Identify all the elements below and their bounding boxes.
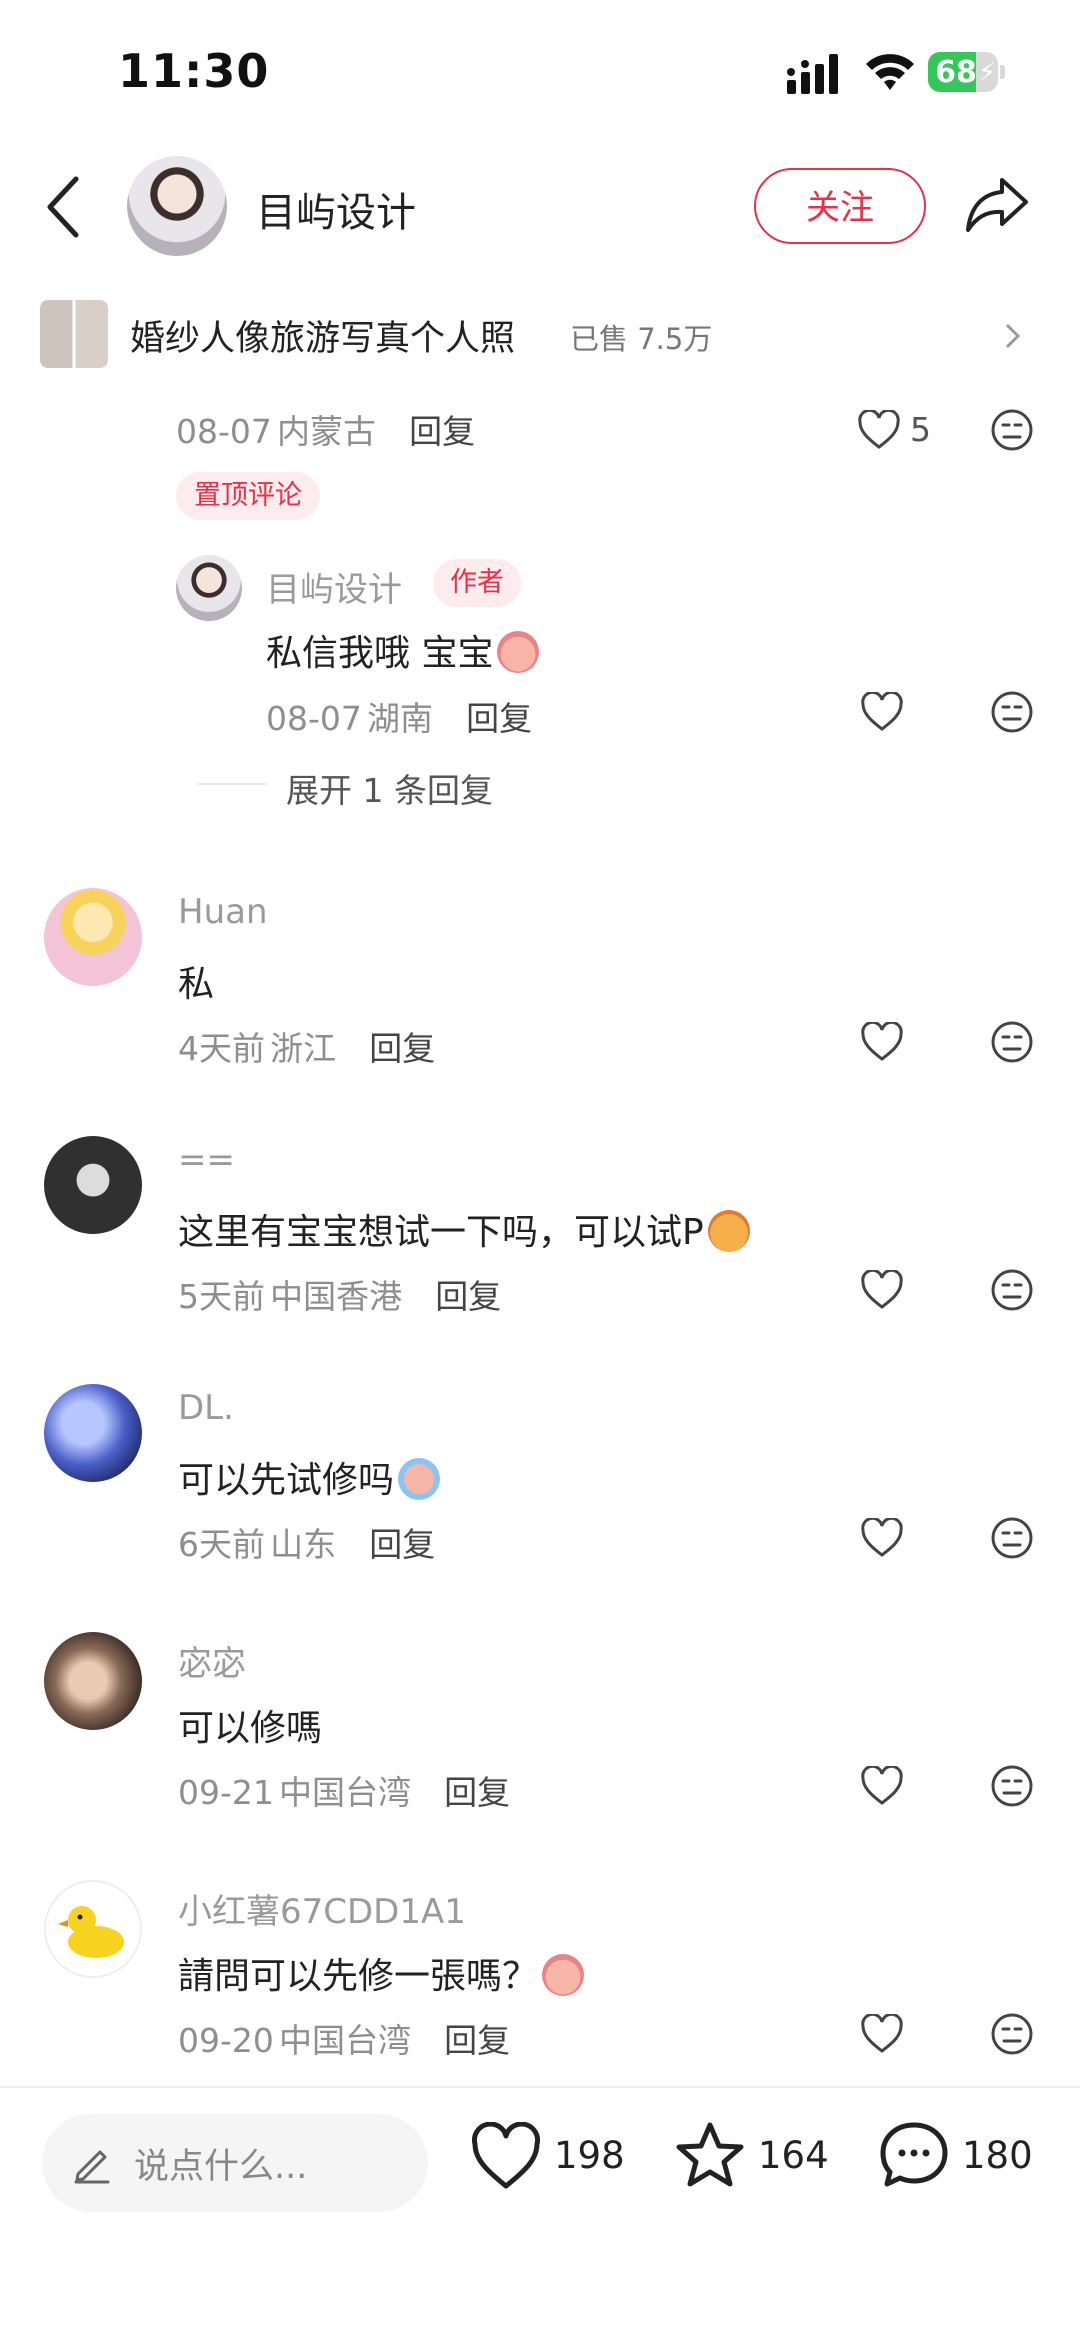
reply-button[interactable]: 回复 xyxy=(435,1277,501,1316)
product-title[interactable]: 婚纱人像旅游写真个人照 xyxy=(130,310,515,361)
comment-meta: 09-21 中国台湾 回复 xyxy=(178,1773,511,1812)
heart-icon[interactable] xyxy=(860,1518,904,1558)
like-count: 198 xyxy=(554,2134,625,2177)
author-name[interactable]: 目屿设计 xyxy=(256,180,416,238)
chevron-right-icon[interactable] xyxy=(1004,322,1022,350)
comment-meta: 6天前 山东 回复 xyxy=(178,1525,436,1564)
product-sold-count: 已售 7.5万 xyxy=(570,322,713,356)
dislike-face-icon[interactable] xyxy=(990,1516,1034,1560)
comment-meta: 5天前 中国香港 回复 xyxy=(178,1277,502,1316)
commenter-avatar[interactable] xyxy=(44,1136,142,1234)
commenter-name[interactable]: 宓宓 xyxy=(178,1636,246,1685)
battery-icon: 68 ⚡ xyxy=(928,52,1006,92)
collect-count: 164 xyxy=(758,2134,829,2177)
reply-avatar[interactable] xyxy=(176,555,242,621)
reply-text: 私信我哦 宝宝 xyxy=(266,624,540,676)
author-badge: 作者 xyxy=(433,559,521,607)
author-avatar[interactable] xyxy=(127,156,227,256)
divider xyxy=(0,2086,1080,2088)
reply-user-name[interactable]: 目屿设计 xyxy=(266,562,402,611)
pinned-comment-meta: 08-07 内蒙古 回复 xyxy=(176,412,476,451)
comment-text: 可以先试修吗 xyxy=(178,1451,441,1503)
charging-bolt-icon: ⚡ xyxy=(978,58,997,88)
comment-input-placeholder[interactable]: 说点什么... xyxy=(134,2138,307,2189)
dislike-face-icon[interactable] xyxy=(990,1764,1034,1808)
reply-button[interactable]: 回复 xyxy=(369,1029,435,1068)
reply-button[interactable]: 回复 xyxy=(369,1525,435,1564)
reply-button[interactable]: 回复 xyxy=(444,2021,510,2060)
commenter-name[interactable]: == xyxy=(178,1140,235,1180)
commenter-avatar[interactable] xyxy=(44,1384,142,1482)
pinned-comment-badge: 置顶评论 xyxy=(176,472,320,520)
reply-button[interactable]: 回复 xyxy=(409,412,475,451)
duck-icon xyxy=(58,1906,124,1958)
commenter-avatar[interactable] xyxy=(44,888,142,986)
crying-emoji-icon xyxy=(497,631,540,673)
heart-icon[interactable] xyxy=(860,1022,904,1062)
star-icon[interactable] xyxy=(674,2120,746,2190)
wifi-icon xyxy=(866,54,914,90)
commenter-avatar[interactable] xyxy=(44,1880,142,1978)
commenter-name[interactable]: 小红薯67CDD1A1 xyxy=(178,1884,466,1933)
dislike-face-icon[interactable] xyxy=(990,2012,1034,2056)
divider xyxy=(198,783,266,785)
reply-button[interactable]: 回复 xyxy=(444,1773,510,1812)
comment-meta: 4天前 浙江 回复 xyxy=(178,1029,436,1068)
expand-replies-button[interactable]: 展开 1 条回复 xyxy=(286,764,493,812)
battery-level: 68 xyxy=(935,55,977,90)
follow-button[interactable]: 关注 xyxy=(754,168,926,244)
cellular-signal-icon xyxy=(787,54,838,94)
dislike-face-icon[interactable] xyxy=(990,408,1034,452)
commenter-name[interactable]: DL. xyxy=(178,1388,234,1428)
comment-count: 180 xyxy=(962,2134,1033,2177)
status-time: 11:30 xyxy=(118,44,270,98)
reply-meta: 08-07 湖南 回复 xyxy=(266,699,533,738)
reply-button[interactable]: 回复 xyxy=(466,699,532,738)
back-icon[interactable] xyxy=(44,175,84,239)
crying-emoji-icon xyxy=(398,1458,441,1500)
comment-text: 可以修嗎 xyxy=(178,1708,323,1749)
heart-icon[interactable] xyxy=(860,2014,904,2054)
dislike-face-icon[interactable] xyxy=(990,690,1034,734)
heart-icon[interactable] xyxy=(860,692,904,732)
heart-icon[interactable] xyxy=(860,1270,904,1310)
heart-icon[interactable] xyxy=(860,1766,904,1806)
pen-icon xyxy=(74,2150,110,2184)
product-thumbnail[interactable] xyxy=(40,300,108,368)
cat-emoji-icon xyxy=(707,1210,750,1252)
pleading-emoji-icon xyxy=(542,1954,585,1996)
comment-text: 請問可以先修一張嗎？ xyxy=(178,1947,585,1999)
share-icon[interactable] xyxy=(964,176,1030,234)
like-count: 5 xyxy=(910,410,931,449)
comment-bubble-icon[interactable] xyxy=(878,2120,950,2190)
heart-icon[interactable] xyxy=(857,410,901,450)
comment-meta: 09-20 中国台湾 回复 xyxy=(178,2021,511,2060)
comment-text: 这里有宝宝想试一下吗，可以试P xyxy=(178,1203,750,1255)
dislike-face-icon[interactable] xyxy=(990,1268,1034,1312)
dislike-face-icon[interactable] xyxy=(990,1020,1034,1064)
commenter-name[interactable]: Huan xyxy=(178,892,268,932)
heart-icon[interactable] xyxy=(470,2122,542,2192)
commenter-avatar[interactable] xyxy=(44,1632,142,1730)
comment-text: 私 xyxy=(178,964,215,1005)
